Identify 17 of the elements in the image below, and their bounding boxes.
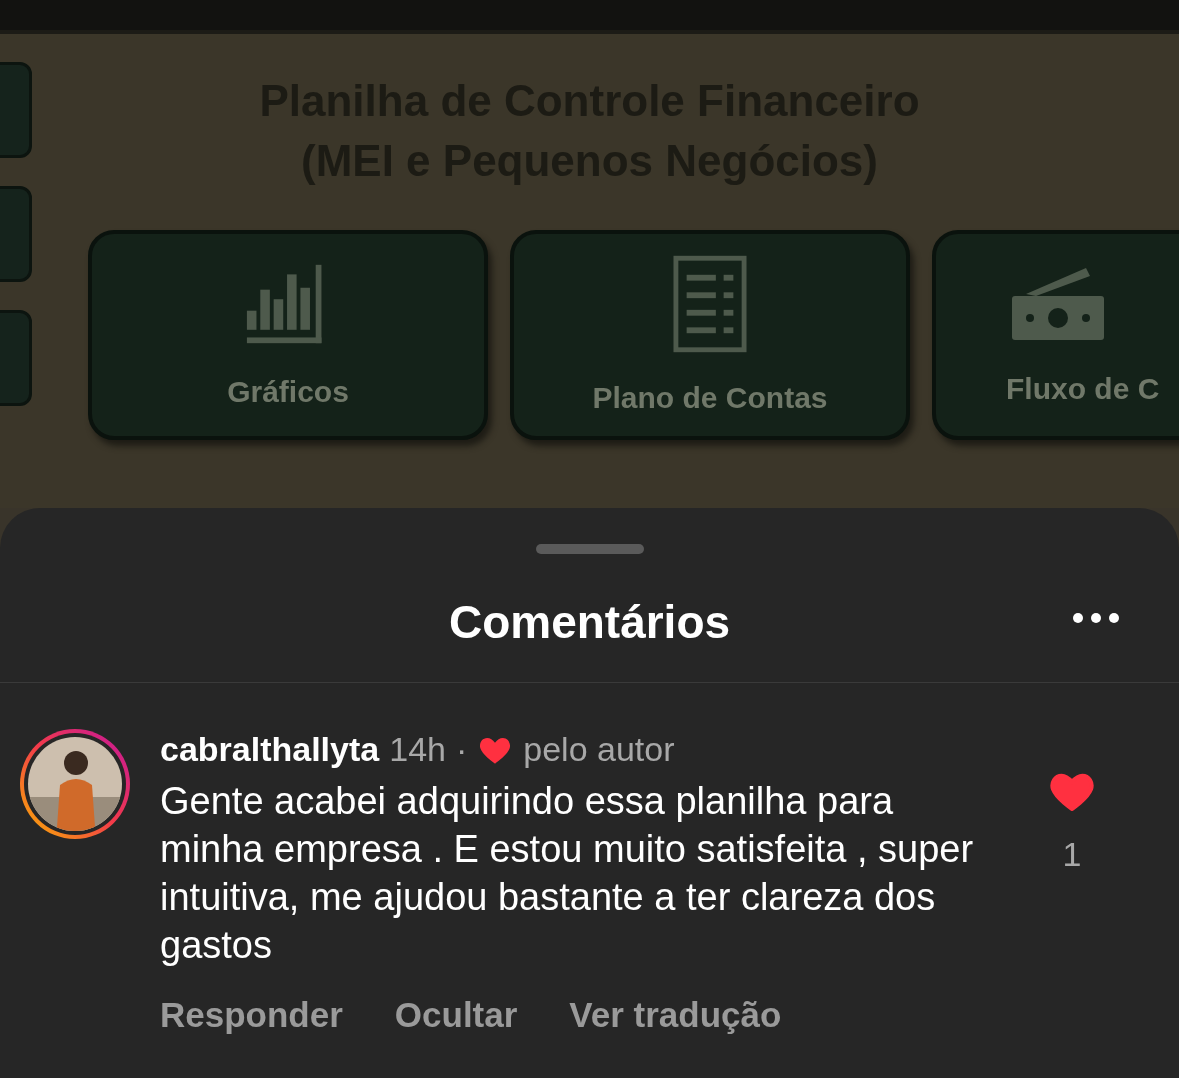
menu-tile[interactable]: Plano de Contas [510,230,910,440]
comment-action[interactable]: Responder [160,995,343,1035]
comment-action[interactable]: Ver tradução [569,995,782,1035]
drag-handle[interactable] [535,544,644,554]
menu-tile[interactable]: Fluxo de C [932,230,1179,440]
separator-dot: · [455,729,468,769]
avatar[interactable] [18,727,132,841]
comment-text: Gente acabei adquirindo essa planilha para minha empresa . E estou muito satisfeita , super intuitiva, me ajudou bastante a ter clareza dos gastos [160,779,975,968]
like-count: 1 [1062,835,1082,874]
menu-tile[interactable]: Gráficos [88,230,488,440]
document-icon [673,255,747,353]
comment-time: 14h [389,729,446,769]
username[interactable]: cabralthallyta [160,729,380,769]
sheet-title: Comentários [448,595,731,649]
comment-action[interactable]: Ocultar [394,995,518,1035]
more-icon[interactable] [1071,610,1121,626]
liked-by-author-label: pelo autor [523,729,675,769]
